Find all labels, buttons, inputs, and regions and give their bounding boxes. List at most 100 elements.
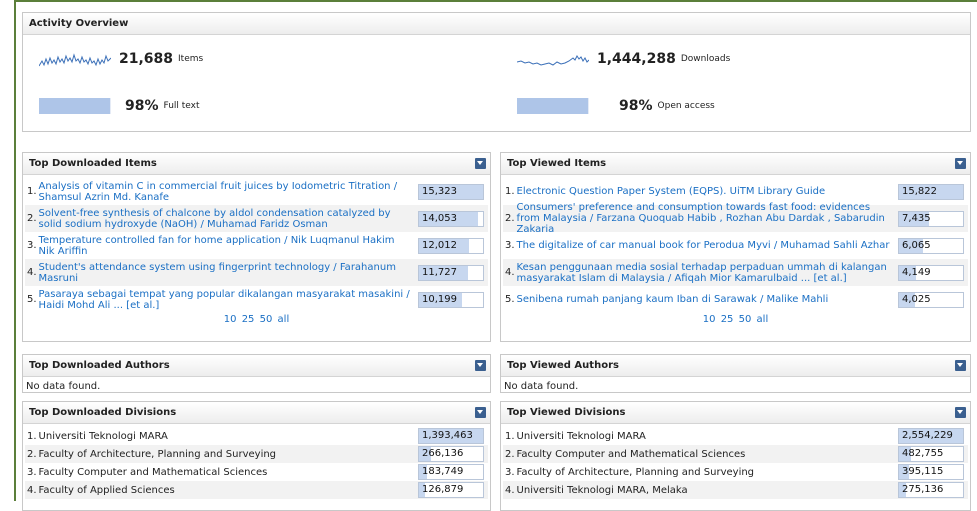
division-name: Faculty Computer and Mathematical Scienc… xyxy=(516,448,746,460)
count-bar: 14,053 xyxy=(418,210,484,227)
pager-link[interactable]: 10 xyxy=(703,314,716,325)
pager: 10 25 50 all xyxy=(23,313,490,326)
count-bar: 4,149 xyxy=(898,264,964,281)
row-rank: 1. xyxy=(27,186,37,197)
openaccess-stat: 98% Open access xyxy=(517,98,715,114)
count-bar: 275,136 xyxy=(898,482,964,498)
panel-title: Top Viewed Items xyxy=(507,158,607,169)
count-value: 183,749 xyxy=(422,466,464,477)
item-title-link[interactable]: Temperature controlled fan for home appl… xyxy=(39,235,410,257)
top-viewed-divisions-header: Top Viewed Divisions xyxy=(501,402,970,424)
count-bar: 15,323 xyxy=(418,183,484,200)
panel-title: Top Downloaded Divisions xyxy=(29,407,177,418)
count-bar: 15,822 xyxy=(898,183,964,200)
item-title-link[interactable]: Consumers' preference and consumption to… xyxy=(517,202,890,235)
division-row: 3. Faculty Computer and Mathematical Scie… xyxy=(25,463,488,481)
count-value: 4,149 xyxy=(902,266,931,278)
pager: 10 25 50 all xyxy=(501,313,970,326)
count-value: 1,393,463 xyxy=(422,430,473,441)
row-rank: 1. xyxy=(505,430,515,442)
pager-link[interactable]: all xyxy=(278,314,290,325)
item-title-link[interactable]: Senibena rumah panjang kaum Iban di Sara… xyxy=(517,294,890,305)
division-name: Faculty of Architecture, Planning and Su… xyxy=(38,448,277,460)
division-name: Universiti Teknologi MARA xyxy=(516,430,646,442)
item-title-link[interactable]: Kesan penggunaan media sosial terhadap p… xyxy=(517,262,890,284)
panel-title: Top Viewed Authors xyxy=(507,360,619,371)
count-value: 15,323 xyxy=(422,185,457,197)
pager-link[interactable]: 25 xyxy=(242,314,255,325)
division-row: 1. Universiti Teknologi MARA 2,554,229 xyxy=(503,427,968,445)
item-title-link[interactable]: Analysis of vitamin C in commercial frui… xyxy=(39,181,410,203)
pager-link[interactable]: 25 xyxy=(721,314,734,325)
collapse-toggle-icon[interactable] xyxy=(955,407,966,418)
openaccess-percent: 98% xyxy=(619,98,653,114)
pager-link[interactable]: 50 xyxy=(260,314,273,325)
panel-title: Top Viewed Divisions xyxy=(507,407,626,418)
row-rank: 3. xyxy=(505,466,515,478)
item-row: 4. Student's attendance system using fing… xyxy=(25,259,488,286)
item-title-link[interactable]: Pasaraya sebagai tempat yang popular dik… xyxy=(39,289,410,311)
division-name: Universiti Teknologi MARA xyxy=(38,430,168,442)
count-bar: 395,115 xyxy=(898,464,964,480)
item-title-link[interactable]: Electronic Question Paper System (EQPS).… xyxy=(517,186,890,197)
items-label: Items xyxy=(178,54,204,64)
item-title-link[interactable]: The digitalize of car manual book for Pe… xyxy=(517,240,890,251)
collapse-toggle-icon[interactable] xyxy=(475,360,486,371)
item-title-link[interactable]: Student's attendance system using finger… xyxy=(39,262,410,284)
items-sparkline xyxy=(39,53,111,67)
divisions-list: 1. Universiti Teknologi MARA 1,393,463 2. Fa… xyxy=(23,424,490,499)
item-row: 3. Temperature controlled fan for home ap… xyxy=(25,232,488,259)
openaccess-progress-fill xyxy=(517,98,588,114)
row-rank: 2. xyxy=(505,213,515,224)
collapse-toggle-icon[interactable] xyxy=(955,360,966,371)
division-row: 4. Universiti Teknologi MARA, Melaka 275,1… xyxy=(503,481,968,499)
division-row: 2. Faculty of Architecture, Planning and … xyxy=(25,445,488,463)
row-rank: 3. xyxy=(27,240,37,251)
count-value: 482,755 xyxy=(902,448,944,459)
count-bar: 7,435 xyxy=(898,210,964,227)
row-rank: 2. xyxy=(27,213,37,224)
item-title-link[interactable]: Solvent-free synthesis of chalcone by al… xyxy=(39,208,410,230)
activity-overview-panel: Activity Overview 21,688 Items 1,444,288… xyxy=(22,12,971,132)
row-rank: 4. xyxy=(505,267,515,278)
collapse-toggle-icon[interactable] xyxy=(955,158,966,169)
divisions-list: 1. Universiti Teknologi MARA 2,554,229 2. Fa… xyxy=(501,424,970,499)
count-value: 395,115 xyxy=(902,466,944,477)
count-value: 15,822 xyxy=(902,185,937,197)
count-value: 266,136 xyxy=(422,448,464,459)
item-row: 2. Solvent-free synthesis of chalcone by … xyxy=(25,205,488,232)
fulltext-stat: 98% Full text xyxy=(39,98,200,114)
item-row: 4. Kesan penggunaan media sosial terhadap… xyxy=(503,259,968,286)
top-downloaded-items-panel: Top Downloaded Items 1. Analysis of vitam… xyxy=(22,152,491,342)
top-viewed-items-panel: Top Viewed Items 1. Electronic Question P… xyxy=(500,152,971,342)
item-row: 5. Senibena rumah panjang kaum Iban di Sa… xyxy=(503,286,968,313)
row-rank: 4. xyxy=(27,484,37,496)
count-value: 275,136 xyxy=(902,484,944,495)
no-data-message: No data found. xyxy=(504,381,579,392)
count-value: 12,012 xyxy=(422,239,457,251)
pager-link[interactable]: 10 xyxy=(224,314,237,325)
count-value: 6,065 xyxy=(902,239,931,251)
pager-link[interactable]: all xyxy=(757,314,769,325)
row-rank: 5. xyxy=(505,294,515,305)
count-bar: 6,065 xyxy=(898,237,964,254)
collapse-toggle-icon[interactable] xyxy=(475,407,486,418)
division-row: 3. Faculty of Architecture, Planning and … xyxy=(503,463,968,481)
count-value: 10,199 xyxy=(422,293,457,305)
count-bar: 10,199 xyxy=(418,291,484,308)
count-bar: 482,755 xyxy=(898,446,964,462)
top-downloaded-divisions-panel: Top Downloaded Divisions 1. Universiti Te… xyxy=(22,401,491,511)
activity-overview-title: Activity Overview xyxy=(23,13,970,35)
row-rank: 2. xyxy=(505,448,515,460)
top-viewed-items-header: Top Viewed Items xyxy=(501,153,970,175)
count-bar: 126,879 xyxy=(418,482,484,498)
row-rank: 4. xyxy=(505,484,515,496)
division-row: 2. Faculty Computer and Mathematical Scie… xyxy=(503,445,968,463)
openaccess-label: Open access xyxy=(657,101,715,111)
count-bar: 4,025 xyxy=(898,291,964,308)
item-row: 2. Consumers' preference and consumption … xyxy=(503,202,968,235)
pager-link[interactable]: 50 xyxy=(739,314,752,325)
collapse-toggle-icon[interactable] xyxy=(475,158,486,169)
division-row: 1. Universiti Teknologi MARA 1,393,463 xyxy=(25,427,488,445)
fulltext-percent: 98% xyxy=(125,98,159,114)
